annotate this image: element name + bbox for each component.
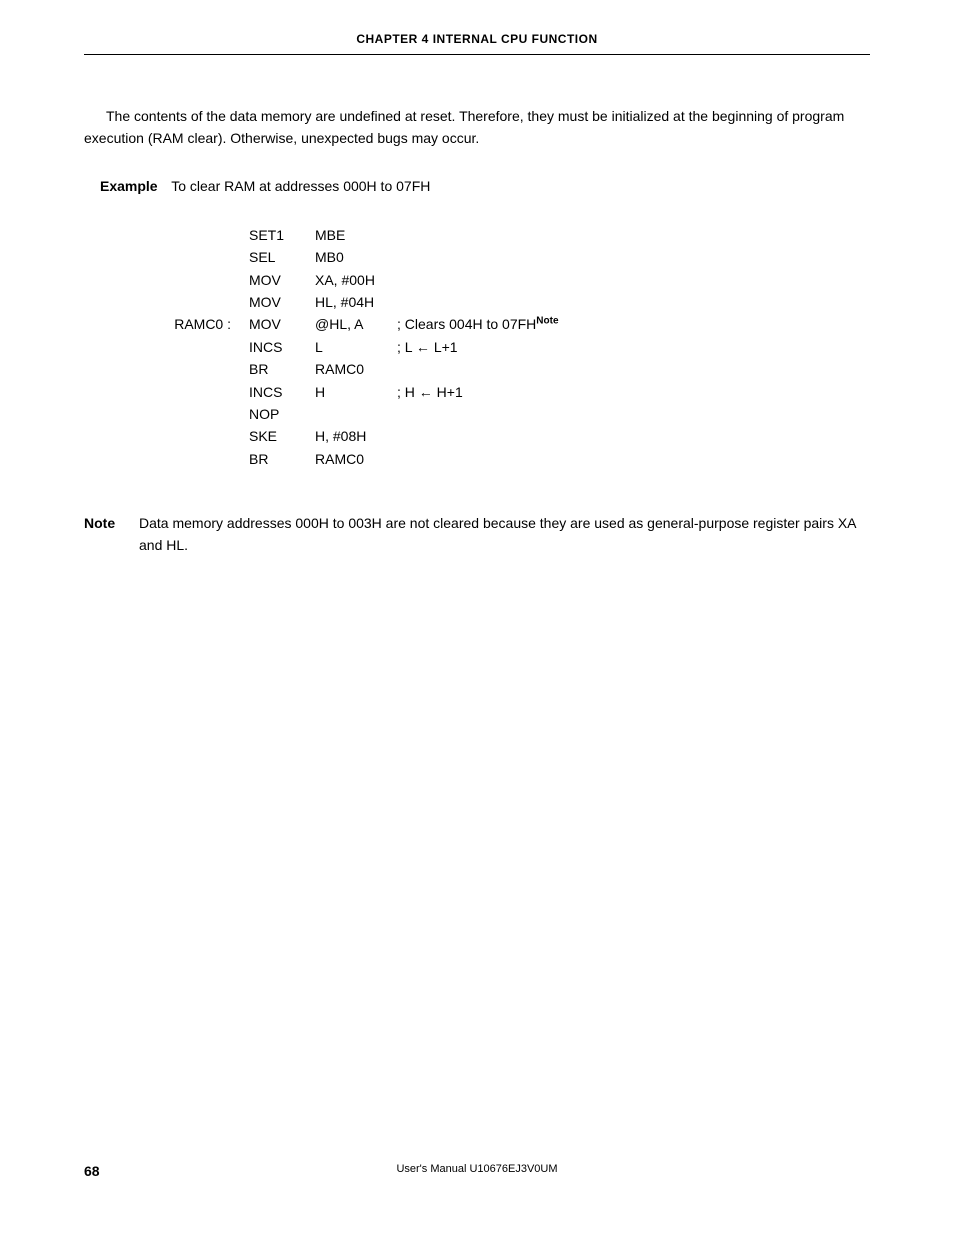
intro-paragraph: The contents of the data memory are unde…	[84, 105, 870, 150]
note-text: Data memory addresses 000H to 003H are n…	[139, 512, 870, 557]
code-comment	[397, 291, 870, 313]
code-op: SET1	[249, 224, 315, 246]
code-row: SEL MB0	[84, 246, 870, 268]
code-block: SET1 MBE SEL MB0 MOV XA, #00H MOV HL, #0…	[84, 224, 870, 470]
code-comment	[397, 403, 870, 425]
code-op: SEL	[249, 246, 315, 268]
code-label	[84, 336, 249, 358]
code-op: BR	[249, 358, 315, 380]
code-arg: @HL, A	[315, 313, 397, 335]
code-op: NOP	[249, 403, 315, 425]
code-label	[84, 358, 249, 380]
code-comment: ; Clears 004H to 07FHNote	[397, 313, 870, 335]
code-arg: RAMC0	[315, 358, 397, 380]
intro-text: The contents of the data memory are unde…	[84, 108, 844, 146]
code-comment	[397, 358, 870, 380]
code-label	[84, 246, 249, 268]
code-label	[84, 224, 249, 246]
code-arg: MBE	[315, 224, 397, 246]
code-row: INCS L ; L ← L+1	[84, 336, 870, 358]
code-arg: H	[315, 381, 397, 403]
code-arg: RAMC0	[315, 448, 397, 470]
code-row: RAMC0 : MOV @HL, A ; Clears 004H to 07FH…	[84, 313, 870, 335]
code-op: MOV	[249, 291, 315, 313]
code-comment: ; L ← L+1	[397, 336, 870, 358]
code-arg: L	[315, 336, 397, 358]
code-arg: XA, #00H	[315, 269, 397, 291]
code-arg: MB0	[315, 246, 397, 268]
page-content: CHAPTER 4 INTERNAL CPU FUNCTION The cont…	[0, 0, 954, 557]
code-row: SKE H, #08H	[84, 425, 870, 447]
code-arg	[315, 403, 397, 425]
code-row: SET1 MBE	[84, 224, 870, 246]
note-label: Note	[84, 512, 139, 557]
code-comment	[397, 224, 870, 246]
code-label	[84, 425, 249, 447]
example-line: Example To clear RAM at addresses 000H t…	[100, 178, 870, 194]
code-op: BR	[249, 448, 315, 470]
code-op: SKE	[249, 425, 315, 447]
code-op: MOV	[249, 313, 315, 335]
note-superscript: Note	[536, 316, 558, 327]
code-label	[84, 269, 249, 291]
code-comment: ; H ← H+1	[397, 381, 870, 403]
code-row: MOV HL, #04H	[84, 291, 870, 313]
code-arg: HL, #04H	[315, 291, 397, 313]
code-op: INCS	[249, 381, 315, 403]
code-label	[84, 403, 249, 425]
code-label	[84, 448, 249, 470]
code-row: NOP	[84, 403, 870, 425]
code-row: BR RAMC0	[84, 358, 870, 380]
code-row: MOV XA, #00H	[84, 269, 870, 291]
example-text: To clear RAM at addresses 000H to 07FH	[171, 178, 430, 194]
example-label: Example	[100, 178, 158, 194]
code-row: INCS H ; H ← H+1	[84, 381, 870, 403]
code-label	[84, 381, 249, 403]
code-op: MOV	[249, 269, 315, 291]
manual-id: User's Manual U10676EJ3V0UM	[396, 1163, 557, 1175]
code-comment	[397, 246, 870, 268]
code-label	[84, 291, 249, 313]
code-op: INCS	[249, 336, 315, 358]
chapter-header: CHAPTER 4 INTERNAL CPU FUNCTION	[84, 32, 870, 55]
page-footer: 68 User's Manual U10676EJ3V0UM	[84, 1163, 870, 1179]
code-comment	[397, 425, 870, 447]
code-arg: H, #08H	[315, 425, 397, 447]
code-comment	[397, 448, 870, 470]
code-label: RAMC0 :	[84, 313, 249, 335]
page-number: 68	[84, 1163, 100, 1179]
code-comment	[397, 269, 870, 291]
note-block: Note Data memory addresses 000H to 003H …	[84, 512, 870, 557]
code-row: BR RAMC0	[84, 448, 870, 470]
